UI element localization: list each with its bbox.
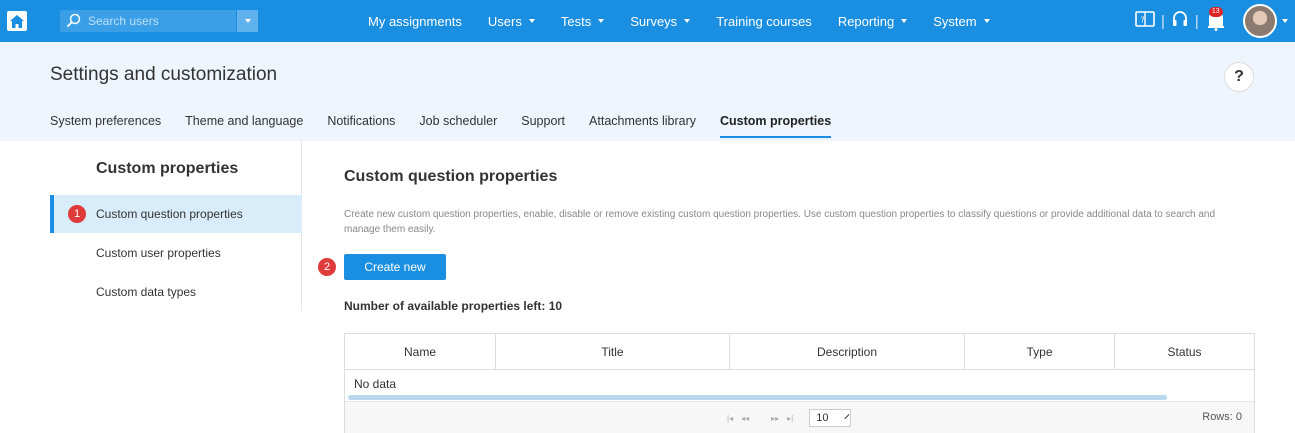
divider: |	[1161, 12, 1165, 30]
sidebar-title: Custom properties	[96, 160, 239, 177]
step-1-marker: 1	[68, 205, 86, 223]
notification-count-badge: 13	[1208, 7, 1223, 17]
avatar[interactable]	[1243, 4, 1277, 38]
nav-system[interactable]: System	[933, 14, 990, 29]
chevron-down-icon	[843, 414, 849, 420]
sidebar-item-custom-question-properties[interactable]: Custom question properties	[50, 195, 302, 233]
divider: |	[1194, 12, 1199, 30]
chevron-down-icon	[598, 19, 605, 23]
tab-theme-and-language[interactable]: Theme and language	[185, 114, 303, 138]
column-header-type[interactable]: Type	[965, 334, 1115, 370]
tab-system-preferences[interactable]: System preferences	[50, 114, 161, 138]
sidebar-item-custom-data-types[interactable]: Custom data types	[50, 273, 302, 311]
first-page-icon[interactable]: |◂	[727, 414, 733, 423]
rows-count: Rows: 0	[1202, 411, 1242, 423]
page-size-select[interactable]: 10	[809, 409, 852, 427]
chevron-down-icon	[528, 19, 535, 23]
help-button[interactable]: ?	[1224, 62, 1254, 92]
tab-attachments-library[interactable]: Attachments library	[589, 114, 696, 138]
tab-custom-properties[interactable]: Custom properties	[720, 114, 832, 138]
tab-job-scheduler[interactable]: Job scheduler	[419, 114, 497, 138]
help-book-icon[interactable]: ?	[1135, 10, 1155, 33]
table-header: Name Title Description Type Status	[345, 334, 1254, 370]
nav-users[interactable]: Users	[488, 14, 535, 29]
headset-icon[interactable]	[1171, 10, 1189, 33]
table-footer: |◂ ◂◂ ▸▸ ▸| 10 Rows: 0	[345, 401, 1254, 433]
custom-properties-sidebar: Custom properties Custom question proper…	[50, 141, 302, 311]
nav-reporting[interactable]: Reporting	[838, 14, 908, 29]
nav-tests[interactable]: Tests	[561, 14, 605, 29]
top-navigation-bar: My assignments Users Tests Surveys Train…	[0, 0, 1295, 42]
main-menu: My assignments Users Tests Surveys Train…	[368, 0, 1016, 42]
settings-tabs: System preferences Theme and language No…	[50, 114, 855, 138]
horizontal-scrollbar[interactable]	[348, 395, 1167, 400]
page-title: Settings and customization	[50, 64, 278, 85]
user-search	[60, 10, 258, 32]
sidebar-item-custom-user-properties[interactable]: Custom user properties	[50, 234, 302, 272]
home-icon[interactable]	[7, 11, 27, 31]
create-new-button[interactable]: Create new	[344, 254, 446, 280]
settings-header: Settings and customization ? System pref…	[0, 42, 1295, 141]
chevron-down-icon	[244, 19, 251, 23]
next-page-icon[interactable]: ▸▸	[771, 414, 779, 423]
svg-text:?: ?	[1141, 15, 1145, 24]
tab-notifications[interactable]: Notifications	[327, 114, 395, 138]
empty-table-message: No data	[354, 377, 397, 391]
column-header-name[interactable]: Name	[345, 334, 496, 370]
chevron-down-icon	[901, 19, 908, 23]
previous-page-icon[interactable]: ◂◂	[741, 414, 749, 423]
column-header-description[interactable]: Description	[730, 334, 965, 370]
search-dropdown-toggle[interactable]	[236, 10, 258, 32]
last-page-icon[interactable]: ▸|	[787, 414, 793, 423]
available-properties-count: Number of available properties left: 10	[344, 299, 563, 313]
chevron-down-icon	[983, 19, 990, 23]
nav-my-assignments[interactable]: My assignments	[368, 14, 462, 29]
nav-training-courses[interactable]: Training courses	[716, 14, 812, 29]
column-header-title[interactable]: Title	[496, 334, 730, 370]
properties-table: Name Title Description Type Status No da…	[344, 333, 1255, 433]
column-header-status[interactable]: Status	[1115, 334, 1254, 370]
step-2-marker: 2	[318, 258, 336, 276]
tab-support[interactable]: Support	[521, 114, 565, 138]
search-users-input[interactable]	[60, 10, 234, 32]
chevron-down-icon	[684, 19, 691, 23]
pagination: |◂ ◂◂ ▸▸ ▸| 10	[727, 409, 852, 427]
toolbar-right: ? | | 13	[1135, 0, 1227, 42]
notifications-button[interactable]: 13	[1205, 7, 1227, 32]
nav-surveys[interactable]: Surveys	[630, 14, 691, 29]
section-title: Custom question properties	[344, 168, 558, 185]
chevron-down-icon[interactable]	[1282, 19, 1288, 23]
section-description: Create new custom question properties, e…	[344, 209, 1216, 235]
